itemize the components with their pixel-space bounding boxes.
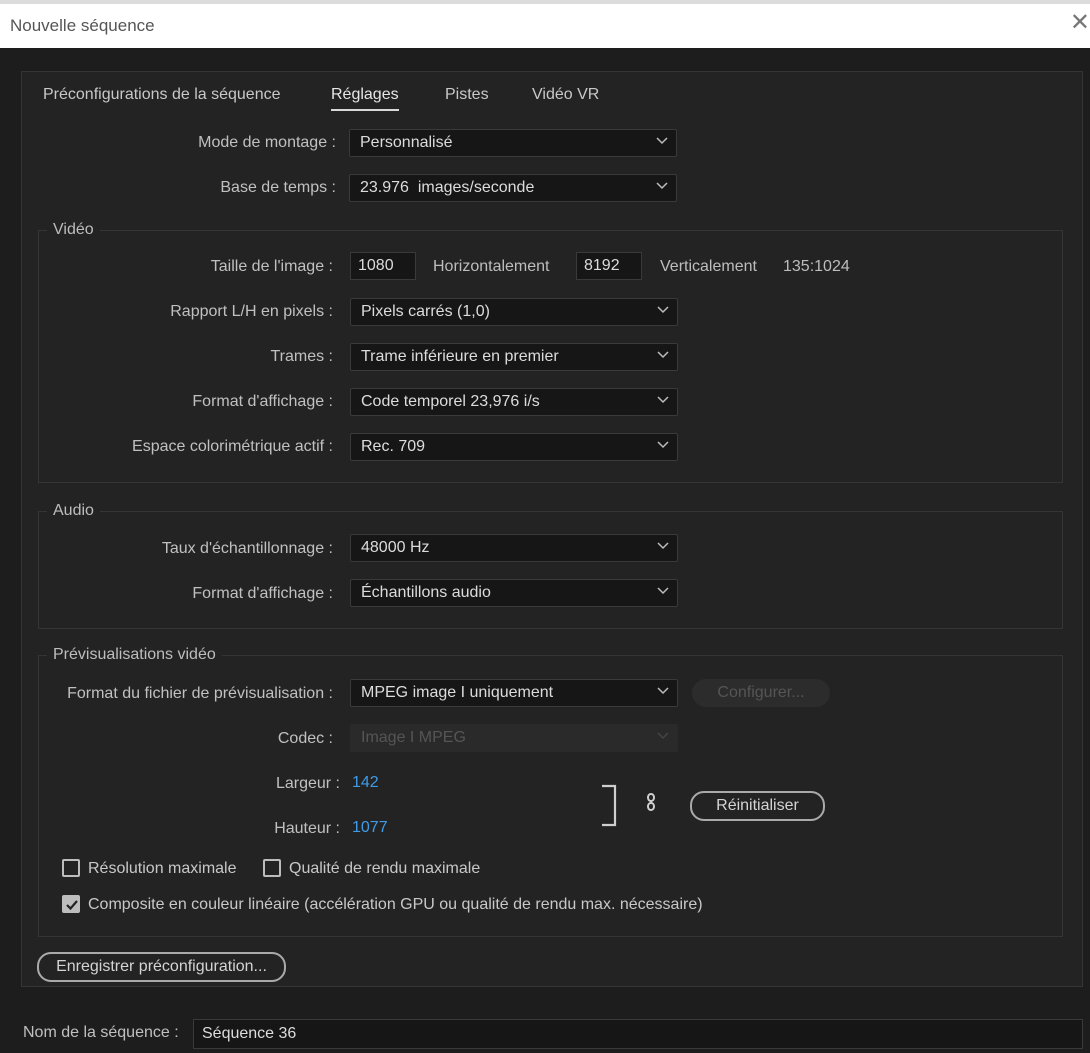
chevron-down-icon [656,182,668,190]
aspect-ratio-text: 135:1024 [783,258,850,275]
tab-settings[interactable]: Réglages [331,86,399,111]
preview-height-label: Hauteur : [274,820,340,837]
sequence-name-label: Nom de la séquence : [23,1024,179,1041]
fields-value: Trame inférieure en premier [361,348,559,365]
vertical-label: Verticalement [660,258,757,275]
chevron-down-icon [657,396,669,404]
title-bar: Nouvelle séquence ✕ [0,0,1090,48]
frame-size-label: Taille de l'image : [210,258,333,275]
chevron-down-icon [657,351,669,359]
preview-file-format-value: MPEG image I uniquement [361,684,554,701]
max-bit-depth-label[interactable]: Résolution maximale [88,860,237,878]
settings-panel: Préconfigurations de la séquence Réglage… [21,71,1083,987]
video-group: Vidéo Taille de l'image : 1080 Horizonta… [38,221,1063,483]
max-bit-depth-checkbox[interactable] [62,859,80,877]
max-render-quality-checkbox[interactable] [263,859,281,877]
linear-color-label[interactable]: Composite en couleur linéaire (accélérat… [88,896,703,914]
audio-display-format-value: Échantillons audio [361,584,491,601]
video-display-format-label: Format d'affichage : [192,393,333,410]
timebase-label: Base de temps : [220,179,336,196]
codec-label: Codec : [277,730,333,747]
timebase-select[interactable]: 23.976 images/seconde [349,174,677,202]
codec-select[interactable]: Image I MPEG [350,724,678,752]
edit-mode-label: Mode de montage : [198,134,336,151]
chevron-down-icon [656,137,668,145]
linear-color-checkbox[interactable] [62,895,80,913]
check-icon [66,900,78,911]
sequence-name-input[interactable]: Séquence 36 [193,1019,1083,1049]
color-space-label: Espace colorimétrique actif : [132,438,333,455]
reset-button[interactable]: Réinitialiser [690,791,825,821]
audio-display-format-select[interactable]: Échantillons audio [350,579,678,607]
color-space-select[interactable]: Rec. 709 [350,433,678,461]
chevron-down-icon [657,441,669,449]
fields-select[interactable]: Trame inférieure en premier [350,343,678,371]
window-title: Nouvelle séquence [10,16,155,35]
previews-group-title: Prévisualisations vidéo [47,646,222,664]
bracket-icon [602,784,617,827]
sample-rate-select[interactable]: 48000 Hz [350,534,678,562]
video-display-format-value: Code temporel 23,976 i/s [361,393,540,410]
video-previews-group: Prévisualisations vidéo Format du fichie… [38,646,1063,937]
preview-width-value[interactable]: 142 [352,774,379,792]
video-display-format-select[interactable]: Code temporel 23,976 i/s [350,388,678,416]
video-group-title: Vidéo [47,221,100,239]
chevron-down-icon [657,587,669,595]
timebase-value: 23.976 images/seconde [360,179,535,196]
chevron-down-icon [657,732,669,740]
fields-label: Trames : [270,348,333,365]
sample-rate-label: Taux d'échantillonnage : [161,540,333,557]
preview-height-value[interactable]: 1077 [352,819,388,837]
edit-mode-value: Personnalisé [360,134,453,151]
pixel-aspect-select[interactable]: Pixels carrés (1,0) [350,298,678,326]
frame-width-field[interactable]: 1080 [350,252,416,280]
audio-group-title: Audio [47,502,100,520]
codec-value: Image I MPEG [361,729,466,746]
chevron-down-icon [657,542,669,550]
color-space-value: Rec. 709 [361,438,426,455]
tab-tracks[interactable]: Pistes [445,86,489,104]
preview-file-format-label: Format du fichier de prévisualisation : [67,685,333,702]
pixel-aspect-value: Pixels carrés (1,0) [361,303,490,320]
save-preset-button[interactable]: Enregistrer préconfiguration... [37,952,286,982]
chevron-down-icon [657,687,669,695]
preview-file-format-select[interactable]: MPEG image I uniquement [350,679,678,707]
chevron-down-icon [657,306,669,314]
audio-display-format-label: Format d'affichage : [192,585,333,602]
audio-group: Audio Taux d'échantillonnage : 48000 Hz … [38,502,1063,629]
close-icon[interactable]: ✕ [1070,11,1090,35]
pixel-aspect-label: Rapport L/H en pixels : [170,303,333,320]
tab-vr-video[interactable]: Vidéo VR [532,86,599,104]
configure-button[interactable]: Configurer... [692,679,830,707]
edit-mode-select[interactable]: Personnalisé [349,129,677,157]
frame-height-field[interactable]: 8192 [576,252,642,280]
preview-width-label: Largeur : [275,775,340,792]
tab-presets[interactable]: Préconfigurations de la séquence [43,86,281,104]
horizontal-label: Horizontalement [433,258,550,275]
sample-rate-value: 48000 Hz [361,539,430,556]
link-icon[interactable] [644,790,658,814]
max-render-quality-label[interactable]: Qualité de rendu maximale [289,860,480,878]
